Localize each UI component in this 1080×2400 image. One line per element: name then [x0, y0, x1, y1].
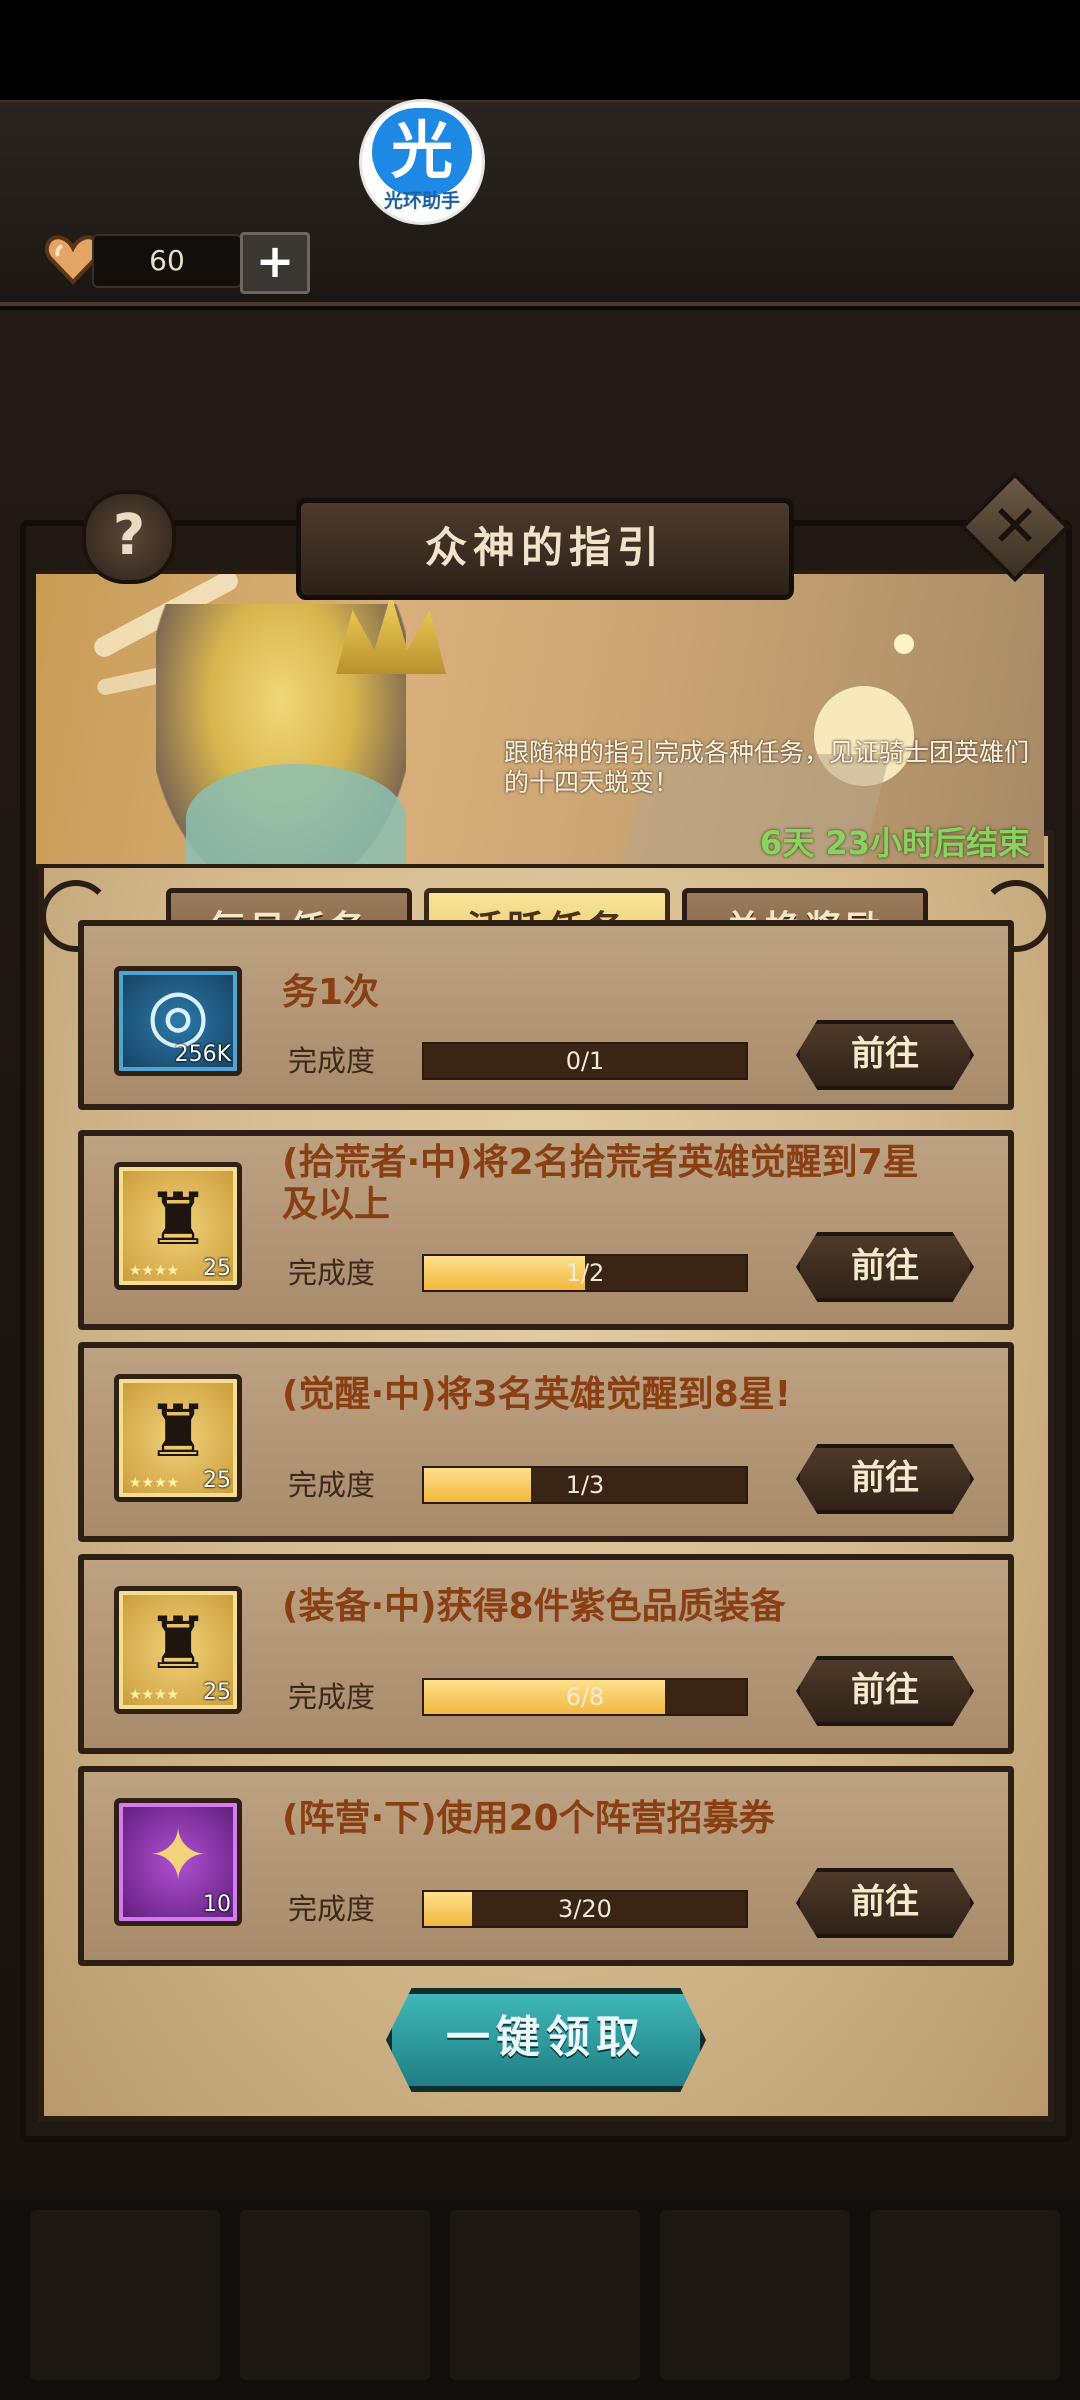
- task-title: 务1次: [282, 972, 380, 1013]
- go-button[interactable]: 前往: [796, 1232, 974, 1302]
- go-button[interactable]: 前往: [796, 1020, 974, 1090]
- bottom-nav-slot: [660, 2210, 850, 2380]
- go-button[interactable]: 前往: [796, 1444, 974, 1514]
- star-rating: ★★★★: [129, 1263, 180, 1279]
- sun-orb: [894, 634, 914, 654]
- task-title: (觉醒·中)将3名英雄觉醒到8星!: [282, 1374, 792, 1415]
- progress-bar: 1/2: [422, 1254, 748, 1292]
- go-button[interactable]: 前往: [796, 1868, 974, 1938]
- helper-badge-glyph: 光: [372, 108, 472, 196]
- progress-text: 0/1: [565, 1047, 605, 1075]
- dialog-title: 众神的指引: [296, 498, 794, 600]
- task-reward-icon: ◎ 256K: [114, 966, 242, 1076]
- progress-text: 1/2: [565, 1259, 605, 1287]
- help-button[interactable]: ?: [82, 490, 176, 584]
- progress-text: 6/8: [565, 1683, 605, 1711]
- task-reward-icon: ♜ ★★★★ 25: [114, 1586, 242, 1714]
- reward-count: 25: [203, 1256, 231, 1281]
- star-rating: ★★★★: [129, 1475, 180, 1491]
- heart-count: 60: [92, 234, 242, 288]
- progress-bar: 3/20: [422, 1890, 748, 1928]
- claim-all-button[interactable]: 一键领取: [386, 1988, 706, 2092]
- progress-label: 完成度: [288, 1892, 376, 1926]
- event-countdown: 6天 23小时后结束: [760, 824, 1030, 862]
- bottom-nav-slot: [870, 2210, 1060, 2380]
- task-reward-icon: ✦ 10: [114, 1798, 242, 1926]
- reward-count: 25: [203, 1468, 231, 1493]
- task-title: (阵营·下)使用20个阵营招募券: [282, 1798, 775, 1839]
- progress-bar: 1/3: [422, 1466, 748, 1504]
- progress-label: 完成度: [288, 1256, 376, 1290]
- goddess-robe: [186, 764, 406, 864]
- progress-bar: 0/1: [422, 1042, 748, 1080]
- task-title: (装备·中)获得8件紫色品质装备: [282, 1586, 786, 1627]
- task-title: (拾荒者·中)将2名拾荒者英雄觉醒到7星及以上: [282, 1142, 919, 1225]
- progress-label: 完成度: [288, 1468, 376, 1502]
- reward-count: 256K: [174, 1042, 231, 1067]
- banner-description: 跟随神的指引完成各种任务，见证骑士团英雄们的十四天蜕变！: [504, 738, 1030, 797]
- progress-label: 完成度: [288, 1680, 376, 1714]
- progress-label: 完成度: [288, 1044, 376, 1078]
- bottom-nav-slot: [30, 2210, 220, 2380]
- reward-count: 10: [203, 1892, 231, 1917]
- close-icon[interactable]: ✕: [976, 488, 1054, 566]
- progress-bar: 6/8: [422, 1678, 748, 1716]
- task-reward-icon: ♜ ★★★★ 25: [114, 1162, 242, 1290]
- add-heart-button[interactable]: +: [240, 232, 310, 294]
- bottom-nav-slot: [240, 2210, 430, 2380]
- progress-text: 1/3: [565, 1471, 605, 1499]
- helper-badge-label: 光环助手: [383, 190, 460, 212]
- status-bar-area: [0, 0, 1080, 100]
- bottom-nav-slot: [450, 2210, 640, 2380]
- progress-text: 3/20: [558, 1895, 612, 1923]
- reward-count: 25: [203, 1680, 231, 1705]
- star-rating: ★★★★: [129, 1687, 180, 1703]
- go-button[interactable]: 前往: [796, 1656, 974, 1726]
- task-reward-icon: ♜ ★★★★ 25: [114, 1374, 242, 1502]
